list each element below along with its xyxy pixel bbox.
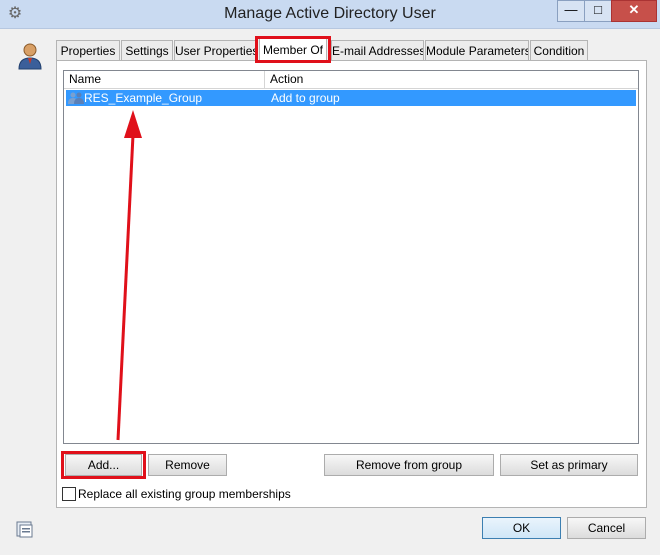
group-icon [68,92,84,104]
manage-ad-user-window: ⚙ Manage Active Directory User — □ ✕ Pro… [0,0,660,555]
set-as-primary-button[interactable]: Set as primary [500,454,638,476]
title-bar: ⚙ Manage Active Directory User — □ ✕ [0,0,660,29]
cancel-button-label: Cancel [587,521,626,535]
tab-properties[interactable]: Properties [56,40,120,61]
member-of-tab-highlight [255,36,331,63]
list-header: Name Action [64,71,638,89]
user-avatar-icon [18,43,42,70]
tab-module-parameters[interactable]: Module Parameters [425,40,529,61]
remove-button-label: Remove [165,458,210,472]
maximize-button[interactable]: □ [584,0,612,22]
list-item-name: RES_Example_Group [84,91,203,105]
add-button-highlight [61,451,146,479]
group-list[interactable]: Name Action RES_Example_Group Add to gro… [63,70,639,444]
replace-memberships-label: Replace all existing group memberships [78,487,291,501]
column-header-name[interactable]: Name [64,71,265,88]
replace-memberships-checkbox[interactable] [62,487,76,501]
list-item-action: Add to group [271,91,340,105]
tab-email-addresses[interactable]: E-mail Addresses [331,40,424,61]
ok-button-label: OK [512,521,531,535]
tab-user-properties[interactable]: User Properties [174,40,258,61]
ok-button[interactable]: OK [482,517,561,539]
set-as-primary-label: Set as primary [530,458,608,472]
remove-from-group-button[interactable]: Remove from group [324,454,494,476]
tab-condition[interactable]: Condition [530,40,588,61]
cancel-button[interactable]: Cancel [567,517,646,539]
module-icon[interactable] [16,521,34,539]
close-button[interactable]: ✕ [611,0,657,22]
tab-settings[interactable]: Settings [121,40,173,61]
remove-button[interactable]: Remove [148,454,227,476]
column-header-action[interactable]: Action [265,71,638,88]
minimize-button[interactable]: — [557,0,585,22]
remove-from-group-label: Remove from group [355,458,463,472]
list-item[interactable]: RES_Example_Group Add to group [66,90,636,106]
